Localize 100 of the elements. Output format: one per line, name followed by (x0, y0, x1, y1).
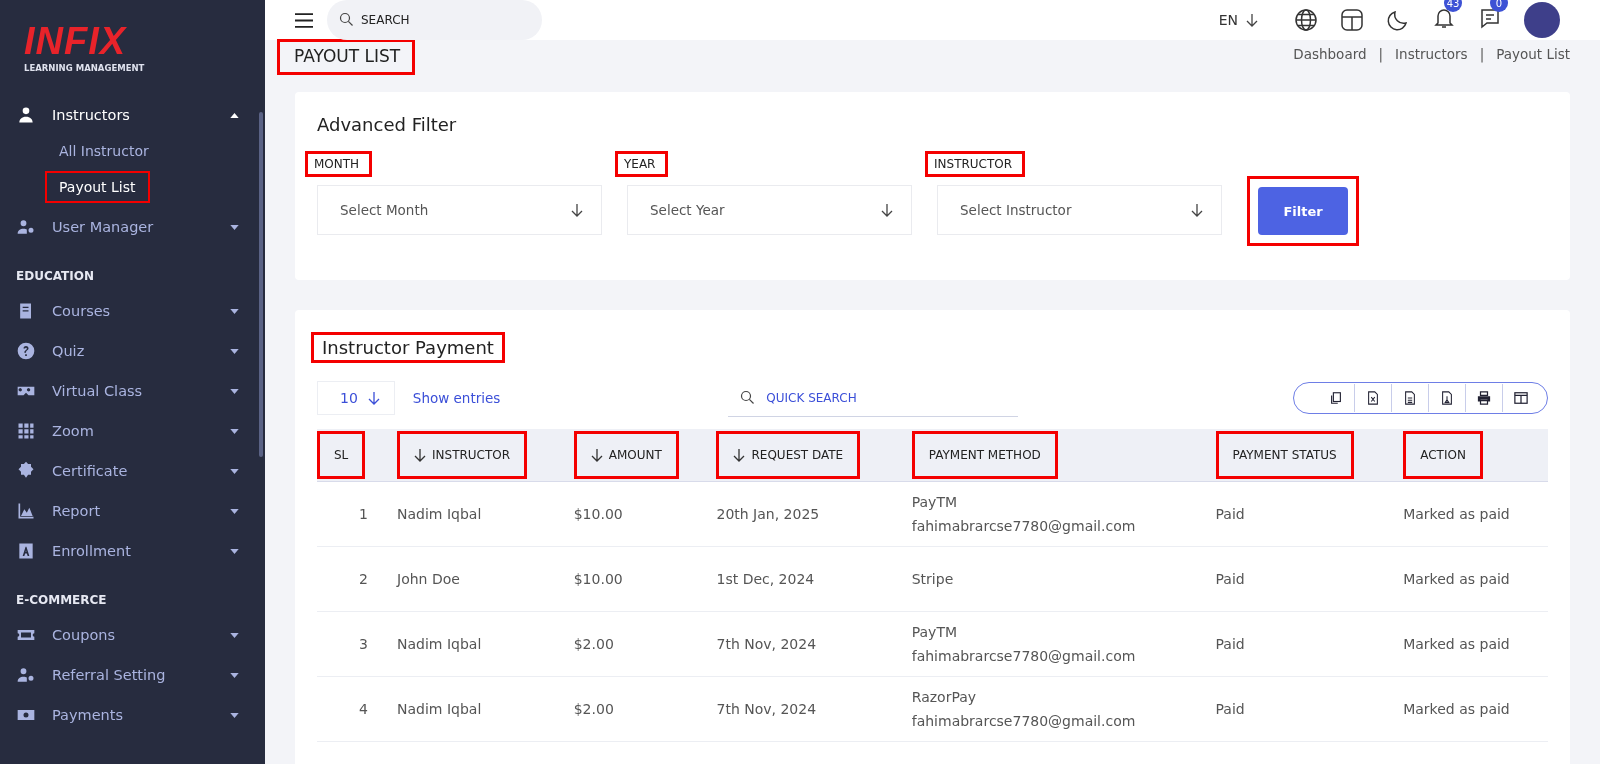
nav-item[interactable]: Courses (0, 291, 265, 331)
search-icon (339, 12, 354, 27)
breadcrumb-link[interactable]: Payout List (1496, 46, 1570, 62)
table-cell: Nadim Iqbal (397, 506, 482, 522)
chart-icon (16, 501, 36, 521)
table-cell-text: fahimabrarcse7780@gmail.com (911, 713, 1137, 729)
logo-text: INFIX (24, 22, 127, 60)
layout-icon[interactable] (1340, 8, 1364, 32)
table-cell: $2.00 (573, 701, 614, 717)
logo-tagline: LEARNING MANAGEMENT (24, 63, 145, 73)
nav-item[interactable]: Coupons (0, 615, 265, 655)
table-cell: $2.00 (573, 636, 614, 652)
table-cell-text: Stripe (911, 571, 955, 587)
column-header: PAYMENT METHOD (911, 431, 1058, 479)
search-field[interactable]: SEARCH (327, 0, 542, 40)
chat-icon[interactable] (1478, 6, 1502, 30)
table-cell: 1 (359, 506, 368, 522)
nav-item[interactable]: Virtual Class (0, 371, 265, 411)
question-icon (16, 341, 36, 361)
table-cell: Paid (1215, 701, 1245, 717)
table-cell: $10.00 (573, 571, 623, 587)
sort-arrow-icon (733, 448, 746, 462)
table-cell: $10.00 (573, 506, 623, 522)
arrow-down-icon (1191, 203, 1203, 217)
field-label: MONTH (305, 151, 373, 177)
sort-arrow-icon (414, 448, 426, 462)
page-title: PAYOUT LIST (277, 39, 416, 75)
table-cell: Nadim Iqbal (397, 701, 482, 717)
moon-icon[interactable] (1386, 8, 1410, 32)
table-cell-text: fahimabrarcse7780@gmail.com (911, 648, 1137, 664)
section-heading: EDUCATION (15, 268, 95, 285)
table-cell: 2 (359, 571, 368, 587)
select-field[interactable]: Select Year (627, 185, 912, 235)
column-header: SL (317, 431, 366, 479)
users-gear-icon (16, 217, 36, 237)
sort-arrow-icon (590, 448, 603, 462)
filter-button[interactable]: Filter (1258, 187, 1348, 235)
table-cell: 3 (359, 636, 368, 652)
table-cell-text: PayTM (911, 494, 959, 510)
field-label: YEAR (615, 151, 669, 177)
table-cell: Marked as paid (1403, 636, 1510, 652)
quick-search-field[interactable]: QUICK SEARCH (728, 379, 1019, 417)
table-cell: John Doe (397, 571, 460, 587)
breadcrumb-separator: | (1378, 46, 1384, 62)
select-field[interactable]: Select Month (317, 185, 602, 235)
language-selector[interactable]: EN (1218, 12, 1258, 28)
bell-icon[interactable] (1432, 6, 1456, 30)
nav-item[interactable]: User Manager (0, 207, 265, 247)
avatar[interactable] (1524, 2, 1560, 38)
table-cell: Marked as paid (1403, 571, 1510, 587)
table-cell: 7th Nov, 2024 (716, 701, 817, 717)
table-cell: Nadim Iqbal (397, 636, 482, 652)
person-icon (16, 105, 36, 125)
column-header: PAYMENT STATUS (1215, 431, 1354, 479)
nav-item[interactable]: Report (0, 491, 265, 531)
section-heading: E-COMMERCE (15, 592, 108, 609)
grid-icon (16, 421, 36, 441)
card-title: Advanced Filter (317, 114, 457, 135)
table-cell: 4 (359, 701, 368, 717)
table-cell-text: fahimabrarcse7780@gmail.com (911, 518, 1137, 534)
table-cell-text: RazorPay (911, 689, 978, 705)
nav-item[interactable]: Quiz (0, 331, 265, 371)
breadcrumb-link[interactable]: Dashboard (1293, 46, 1367, 62)
table-cell: 7th Nov, 2024 (716, 636, 817, 652)
menu-icon[interactable] (295, 12, 313, 28)
table-cell: Marked as paid (1403, 506, 1510, 522)
column-header: ACTION (1403, 431, 1483, 479)
nav-item[interactable]: Payments (0, 695, 265, 735)
arrow-down-icon (1246, 13, 1258, 27)
nav-subitem[interactable]: All Instructor (45, 135, 163, 167)
nav-item[interactable]: Zoom (0, 411, 265, 451)
letter-icon (16, 541, 36, 561)
users-gear-icon (16, 665, 36, 685)
nav-item[interactable]: Instructors (0, 95, 265, 135)
column-header[interactable]: INSTRUCTOR (397, 431, 528, 479)
globe-icon[interactable] (1294, 8, 1318, 32)
show-entries-label: Show entries (412, 390, 501, 406)
nav-subitem[interactable]: Payout List (45, 171, 150, 203)
arrow-down-icon (881, 203, 893, 217)
nav-item[interactable]: Enrollment (0, 531, 265, 571)
breadcrumb-link[interactable]: Instructors (1395, 46, 1468, 62)
arrow-down-icon (571, 203, 583, 217)
breadcrumb-separator: | (1479, 46, 1485, 62)
scrollbar[interactable] (259, 112, 263, 457)
nav-item[interactable]: Referral Setting (0, 655, 265, 695)
card-title: Instructor Payment (311, 332, 505, 363)
column-header[interactable]: AMOUNT (573, 431, 679, 479)
table-cell: Paid (1215, 636, 1245, 652)
table-cell: Marked as paid (1403, 701, 1510, 717)
column-header[interactable]: REQUEST DATE (716, 431, 861, 479)
field-label: INSTRUCTOR (925, 151, 1026, 177)
page-size-select[interactable]: 10 (317, 381, 395, 415)
nav-item[interactable]: Certificate (0, 451, 265, 491)
table-cell: 1st Dec, 2024 (716, 571, 815, 587)
table-cell-text: PayTM (911, 624, 959, 640)
arrow-down-icon (367, 391, 380, 405)
select-field[interactable]: Select Instructor (937, 185, 1222, 235)
search-icon (740, 390, 756, 405)
table-cell: 20th Jan, 2025 (716, 506, 820, 522)
table-cell: Paid (1215, 571, 1245, 587)
